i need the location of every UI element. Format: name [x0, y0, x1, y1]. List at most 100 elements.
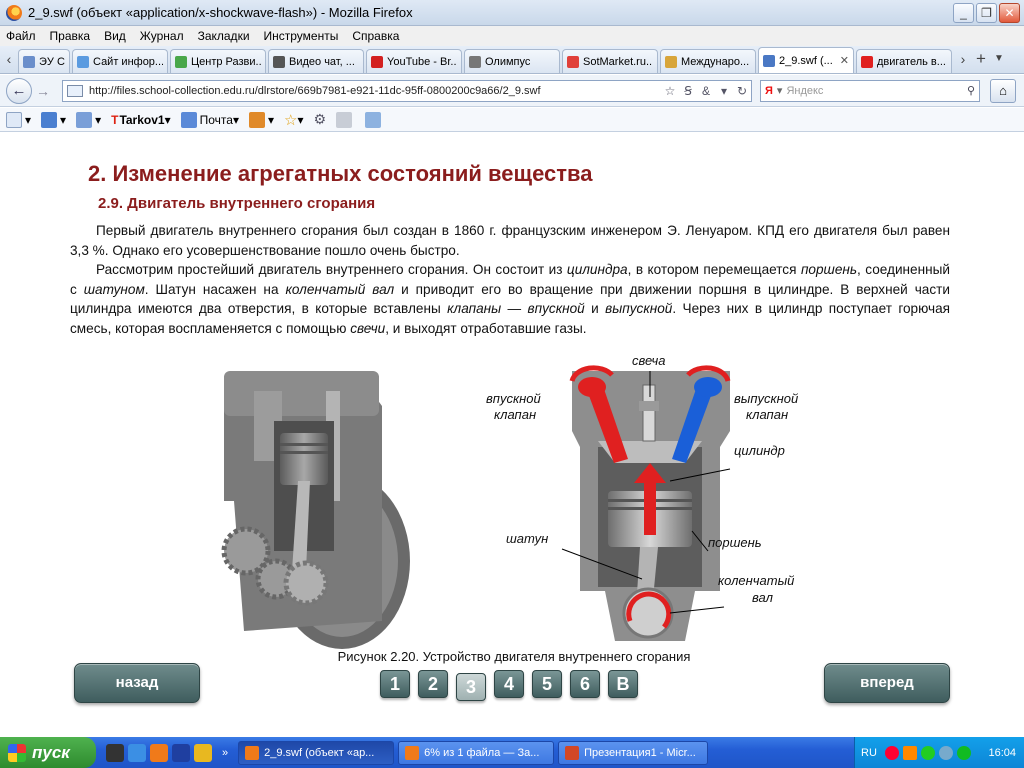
start-button[interactable]: пуск	[0, 737, 96, 768]
user-button[interactable]: T Tarkov1 ▾	[111, 113, 171, 127]
flash-content: 2. Изменение агрегатных состояний вещест…	[0, 133, 1024, 737]
app-icon[interactable]	[194, 743, 212, 762]
tray-app-icon[interactable]	[902, 745, 917, 760]
tab-6[interactable]: SotMarket.ru...	[562, 49, 658, 73]
piston	[280, 433, 328, 485]
tray-antivirus-icon[interactable]	[884, 745, 899, 760]
translate-button[interactable]: ▾	[41, 111, 66, 128]
label-crank-2: вал	[752, 590, 774, 605]
menu-tools[interactable]: Инструменты	[264, 29, 339, 43]
page-button-5[interactable]: 5	[532, 670, 562, 698]
new-tab-button[interactable]: +	[972, 47, 990, 73]
tray-network-icon[interactable]	[938, 745, 953, 760]
search-icon[interactable]: ⚲	[967, 84, 975, 97]
tab-list-button[interactable]: ▼	[990, 47, 1008, 73]
tab-7[interactable]: Междунаро...	[660, 49, 756, 73]
tab-scroll-left-button[interactable]: ‹	[0, 47, 18, 73]
maximize-button[interactable]: ❐	[976, 2, 997, 23]
article-text: Первый двигатель внутреннего сгорания бы…	[70, 221, 950, 339]
page-button-6[interactable]: 6	[570, 670, 600, 698]
menu-bookmarks[interactable]: Закладки	[198, 29, 250, 43]
ie-icon[interactable]	[128, 743, 146, 762]
spellcheck-button[interactable]: ▾	[6, 111, 31, 128]
menu-view[interactable]: Вид	[104, 29, 126, 43]
share-button[interactable]: ▾	[76, 111, 101, 128]
taskbar-task-2[interactable]: Презентация1 - Micr...	[558, 740, 709, 765]
tray-messenger-icon[interactable]	[956, 745, 971, 760]
menu-history[interactable]: Журнал	[140, 29, 184, 43]
minimize-button[interactable]: _	[953, 2, 974, 23]
bookmark-star-icon[interactable]: ☆	[661, 84, 679, 98]
spellcheck-icon	[6, 111, 22, 128]
tab-4[interactable]: YouTube - Br...	[366, 49, 462, 73]
tab-scroll-right-button[interactable]: ›	[954, 47, 972, 73]
task-icon	[405, 745, 420, 760]
home-icon[interactable]: ⌂	[990, 78, 1016, 103]
print-button[interactable]	[336, 111, 355, 128]
label-crank-1: коленчатый	[718, 573, 794, 588]
url-text[interactable]: http://files.school-collection.edu.ru/dl…	[89, 85, 661, 97]
translate-icon[interactable]: Ꞩ	[679, 84, 697, 98]
menu-bar: Файл Правка Вид Журнал Закладки Инструме…	[0, 26, 1024, 46]
taskbar-task-0[interactable]: 2_9.swf (объект «ар...	[238, 740, 395, 765]
close-button[interactable]: ✕	[999, 2, 1020, 23]
page-title: 2. Изменение агрегатных состояний вещест…	[88, 161, 593, 186]
firefox-logo-icon	[6, 4, 22, 21]
ampersand-icon[interactable]: &	[697, 84, 715, 98]
forward-nav-button[interactable]: вперед	[824, 663, 950, 703]
tray-update-icon[interactable]	[920, 745, 935, 760]
favorites-button[interactable]: ☆ ▾	[284, 111, 303, 129]
settings-button[interactable]: ⚙	[313, 111, 326, 128]
mail-button[interactable]: Почта ▾	[180, 111, 239, 128]
url-bar[interactable]: http://files.school-collection.edu.ru/dl…	[62, 79, 752, 102]
gear-1	[221, 526, 271, 576]
tab-close-icon[interactable]: ✕	[840, 54, 849, 67]
url-dropdown-icon[interactable]: ▾	[715, 84, 733, 98]
tab-label: Олимпус	[485, 55, 531, 68]
task-label: 6% из 1 файла — За...	[424, 746, 540, 759]
tab-favicon-icon	[763, 54, 775, 67]
save-icon[interactable]	[172, 743, 190, 762]
menu-file[interactable]: Файл	[6, 29, 36, 43]
menu-help[interactable]: Справка	[352, 29, 399, 43]
tab-label: ЭУ С...	[39, 55, 65, 68]
tab-0[interactable]: ЭУ С...	[18, 49, 70, 73]
page-button-4[interactable]: 4	[494, 670, 524, 698]
tab-2[interactable]: Центр Разви...	[170, 49, 266, 73]
tab-5[interactable]: Олимпус	[464, 49, 560, 73]
tab-3[interactable]: Видео чат, ...	[268, 49, 364, 73]
firefox-quicklaunch-icon[interactable]	[150, 743, 168, 762]
reload-icon[interactable]: ↻	[733, 84, 751, 98]
tab-label: YouTube - Br...	[387, 55, 457, 68]
feed-button[interactable]: ▾	[248, 111, 274, 128]
label-intake-2: клапан	[494, 407, 536, 422]
screenshot-button[interactable]	[365, 111, 384, 128]
tab-1[interactable]: Сайт инфор...	[72, 49, 168, 73]
tab-favicon-icon	[861, 55, 873, 68]
tab-label: SotMarket.ru...	[583, 55, 653, 68]
tab-8[interactable]: 2_9.swf (... ✕	[758, 47, 854, 73]
nvidia-icon[interactable]	[106, 743, 124, 762]
back-nav-button[interactable]: назад	[74, 663, 200, 703]
page-button-7[interactable]: В	[608, 670, 638, 698]
search-engine-dropdown-icon[interactable]: ▾	[777, 84, 783, 97]
search-input[interactable]: Яндекс	[786, 85, 967, 97]
quicklaunch-expand-icon[interactable]: »	[222, 747, 228, 759]
forward-button[interactable]: →	[32, 83, 54, 99]
page-button-2[interactable]: 2	[418, 670, 448, 698]
quick-launch	[106, 743, 216, 762]
page-button-1[interactable]: 1	[380, 670, 410, 698]
crankshaft-gear	[283, 560, 329, 606]
paragraph-1: Первый двигатель внутреннего сгорания бы…	[70, 223, 950, 258]
language-indicator[interactable]: RU	[861, 747, 877, 759]
share-icon	[76, 111, 93, 128]
menu-edit[interactable]: Правка	[50, 29, 91, 43]
page-button-3[interactable]: 3	[456, 673, 486, 701]
yandex-icon[interactable]: Я	[765, 85, 773, 97]
back-button[interactable]: ←	[6, 77, 32, 104]
engine-cutaway-illustration	[221, 371, 410, 649]
taskbar-task-1[interactable]: 6% из 1 файла — За...	[398, 740, 555, 765]
tab-favicon-icon	[273, 55, 285, 68]
tab-9[interactable]: двигатель в...	[856, 49, 952, 73]
search-box[interactable]: Я ▾ Яндекс ⚲	[760, 79, 980, 102]
